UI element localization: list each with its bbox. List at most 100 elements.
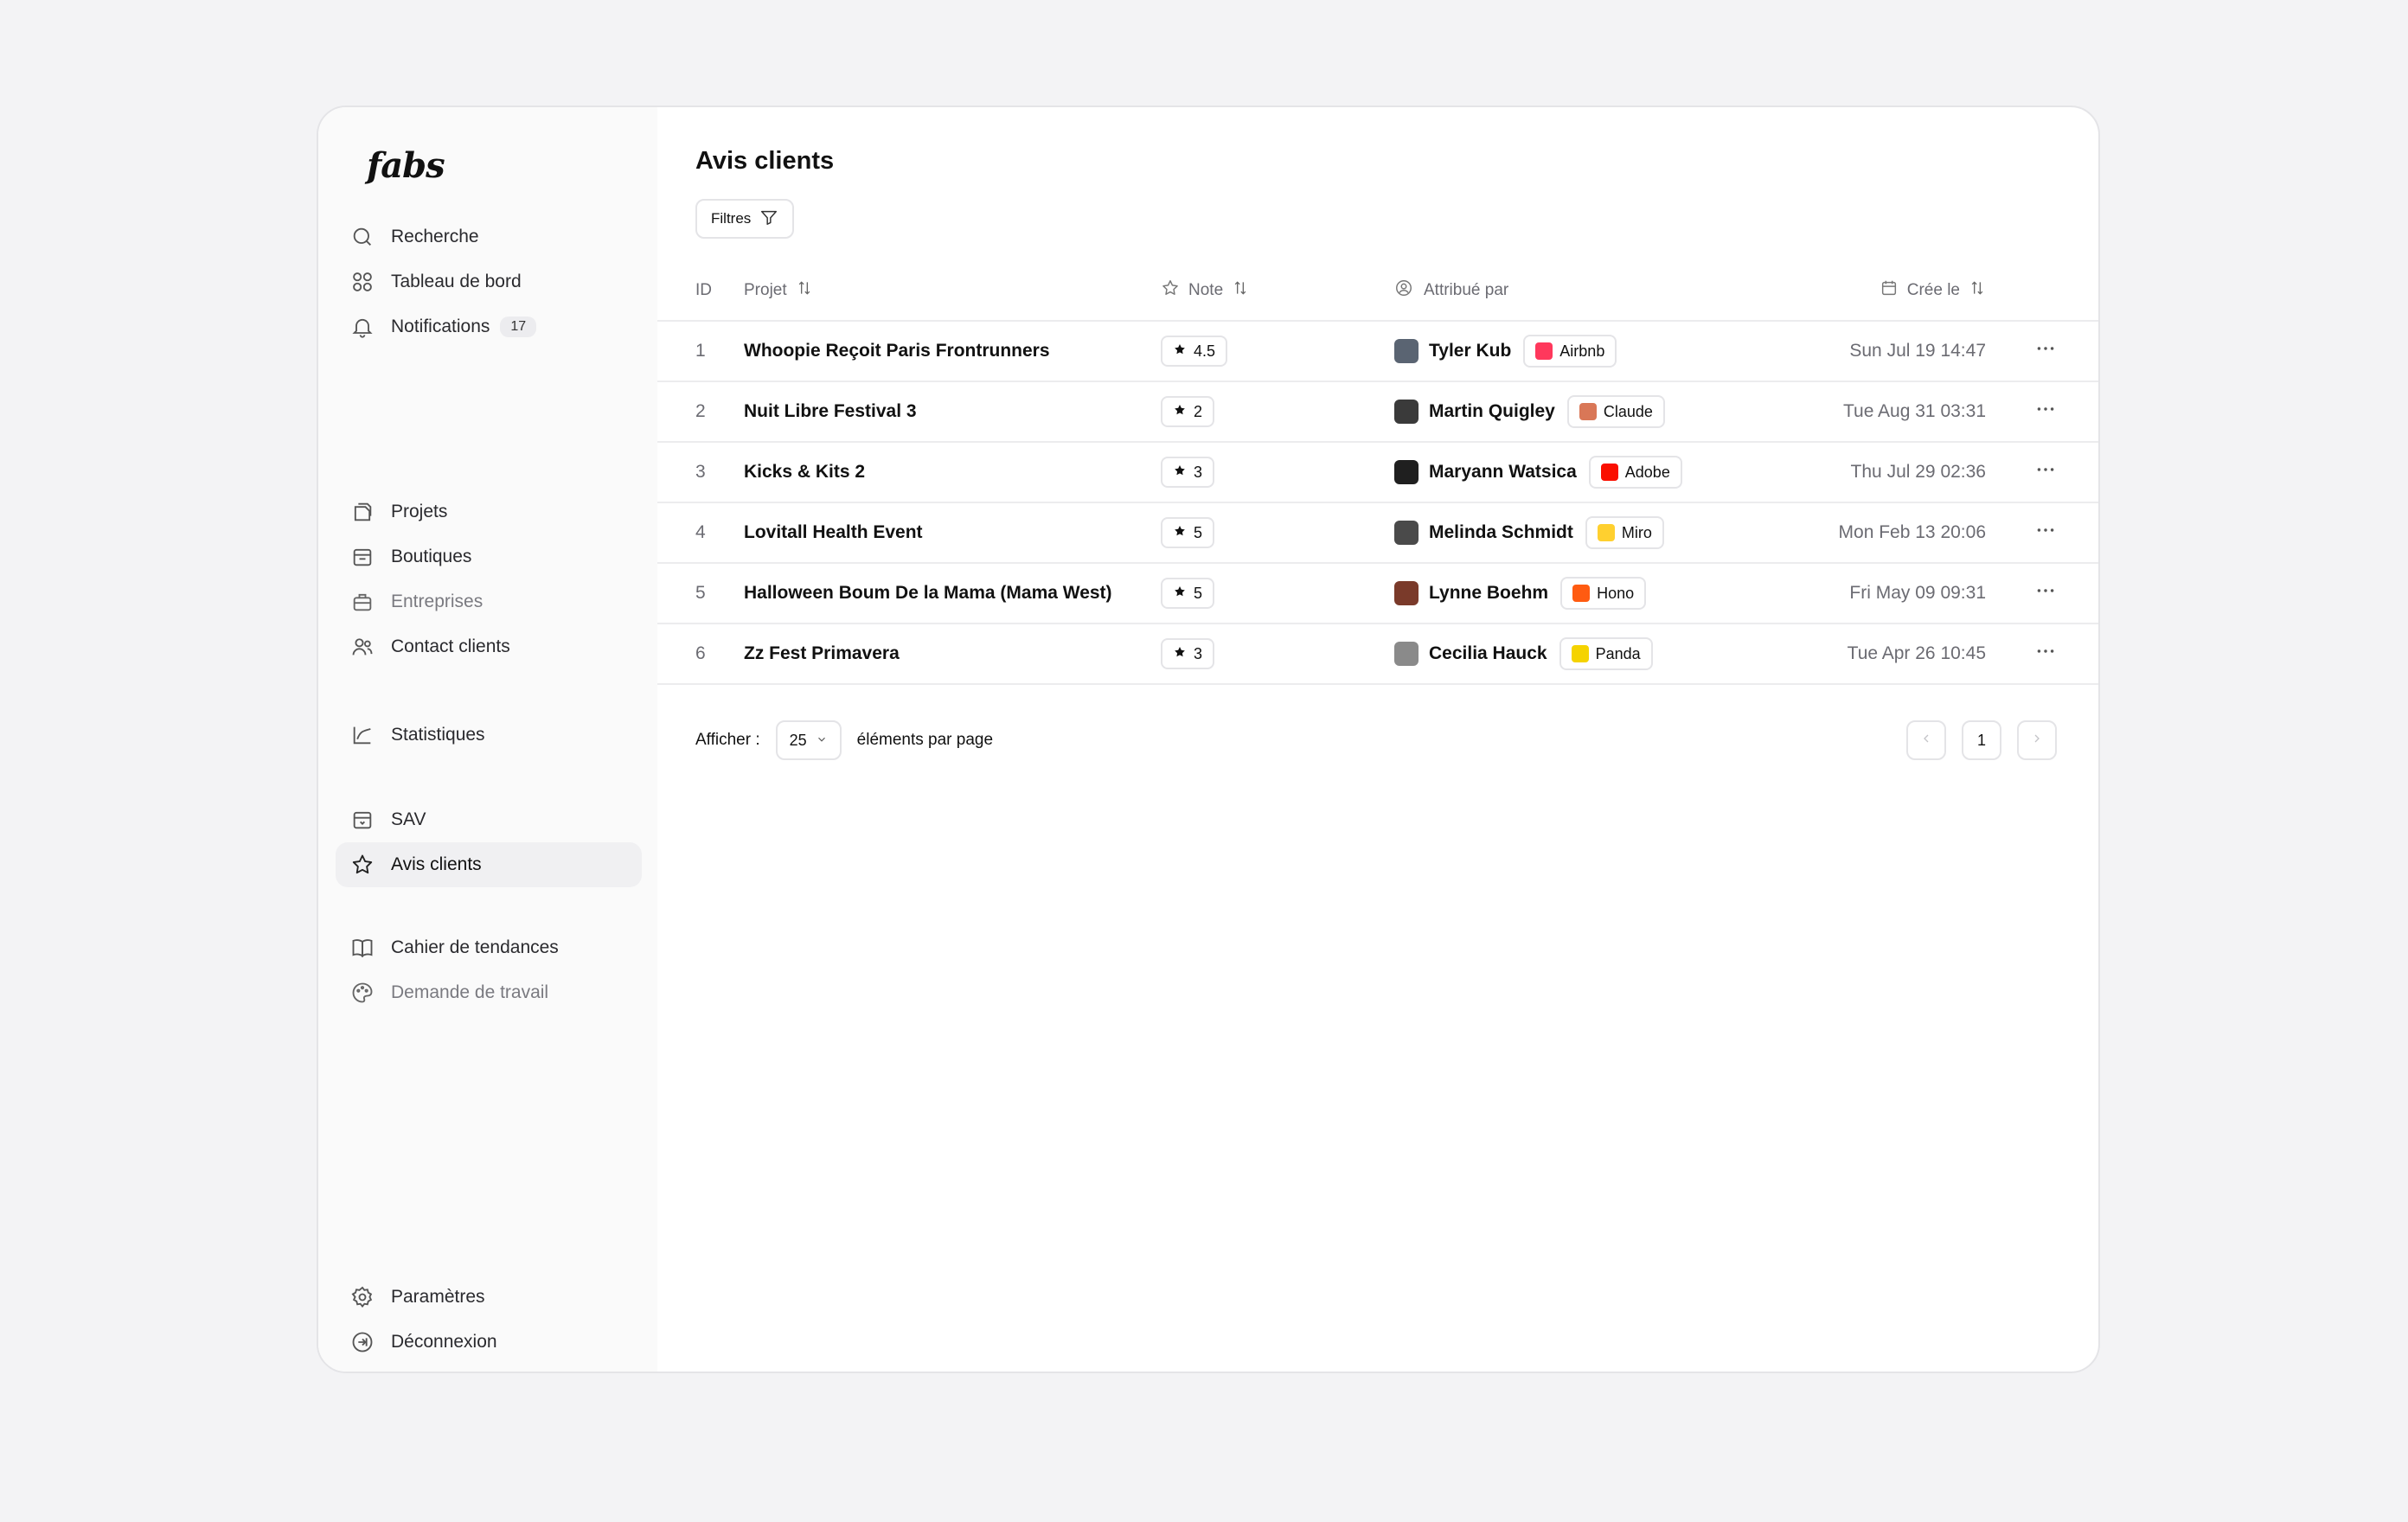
person-name[interactable]: Martin Quigley	[1429, 401, 1555, 422]
sort-icon[interactable]	[796, 279, 813, 302]
row-project[interactable]: Kicks & Kits 2	[744, 462, 865, 483]
more-options-icon[interactable]	[2034, 640, 2057, 668]
chart-line-icon	[349, 722, 375, 748]
company-logo-icon	[1572, 585, 1591, 602]
table-row[interactable]: 2 Nuit Libre Festival 3 2 Martin Quigley…	[657, 382, 2098, 443]
row-project[interactable]: Whoopie Reçoit Paris Frontrunners	[744, 341, 1050, 361]
more-options-icon[interactable]	[2034, 519, 2057, 547]
row-project[interactable]: Lovitall Health Event	[744, 522, 923, 543]
column-header-note[interactable]: Note	[1161, 278, 1249, 303]
nav-group-support: SAV Avis clients	[336, 797, 642, 887]
next-page-button[interactable]	[2017, 720, 2057, 760]
sidebar-item-contact-clients[interactable]: Contact clients	[336, 624, 642, 669]
sidebar-item-deconnexion[interactable]: Déconnexion	[336, 1320, 642, 1365]
column-header-label: Attribué par	[1424, 281, 1509, 299]
filters-label: Filtres	[711, 210, 752, 227]
column-header-label: Note	[1188, 281, 1224, 299]
column-header-created[interactable]: Crée le	[1880, 278, 1986, 303]
column-header-assigned: Attribué par	[1394, 278, 1508, 303]
previous-page-button[interactable]	[1906, 720, 1946, 760]
row-created-date: Tue Aug 31 03:31	[1842, 401, 1986, 421]
rating-value: 4.5	[1194, 342, 1216, 360]
row-id: 3	[695, 462, 706, 482]
page-title: Avis clients	[695, 147, 835, 175]
per-page-select[interactable]: 25	[775, 720, 842, 760]
more-options-icon[interactable]	[2034, 579, 2057, 607]
row-note: 2	[1161, 396, 1215, 427]
column-header-project[interactable]: Projet	[744, 279, 813, 302]
sidebar-item-label: Contact clients	[391, 636, 510, 656]
sidebar-item-sav[interactable]: SAV	[336, 797, 642, 842]
per-page-value: 25	[789, 731, 807, 749]
row-project[interactable]: Zz Fest Primavera	[744, 643, 900, 664]
company-logo-icon	[1571, 645, 1589, 662]
user-circle-icon	[1394, 278, 1413, 303]
star-filled-icon	[1173, 585, 1187, 603]
sidebar-item-label: Tableau de bord	[391, 272, 522, 291]
company-pill[interactable]: Miro	[1585, 516, 1664, 549]
person-name[interactable]: Cecilia Hauck	[1429, 643, 1547, 664]
row-project[interactable]: Halloween Boum De la Mama (Mama West)	[744, 583, 1112, 604]
table-row[interactable]: 3 Kicks & Kits 2 3 Maryann Watsica Adobe…	[657, 443, 2098, 503]
sidebar-item-avis-clients[interactable]: Avis clients	[336, 842, 642, 887]
chevron-right-icon	[2030, 732, 2044, 750]
rating-pill: 3	[1161, 638, 1215, 669]
rating-pill: 5	[1161, 517, 1215, 548]
sidebar-item-label: Paramètres	[391, 1287, 485, 1307]
company-name: Adobe	[1624, 463, 1670, 481]
table-row[interactable]: 5 Halloween Boum De la Mama (Mama West) …	[657, 564, 2098, 624]
company-pill[interactable]: Claude	[1566, 395, 1665, 428]
rating-pill: 5	[1161, 578, 1215, 609]
reviews-table: ID Projet Note Attribué par Crée le 1 Wh…	[657, 261, 2098, 685]
company-pill[interactable]: Airbnb	[1523, 335, 1617, 368]
notification-count-badge: 17	[500, 317, 537, 337]
company-name: Airbnb	[1559, 342, 1605, 360]
sidebar-item-entreprises[interactable]: Entreprises	[336, 579, 642, 624]
row-created-date: Tue Apr 26 10:45	[1847, 643, 1986, 663]
sort-icon[interactable]	[1969, 279, 1986, 302]
row-assigned: Lynne Boehm Hono	[1394, 577, 1647, 610]
more-options-icon[interactable]	[2034, 337, 2057, 365]
bell-icon	[349, 314, 375, 340]
company-pill[interactable]: Panda	[1559, 637, 1653, 670]
row-note: 5	[1161, 578, 1215, 609]
more-options-icon[interactable]	[2034, 398, 2057, 425]
sidebar-item-notifications[interactable]: Notifications 17	[336, 304, 642, 349]
row-id: 5	[695, 583, 706, 603]
rating-value: 5	[1194, 523, 1203, 541]
sidebar-item-recherche[interactable]: Recherche	[336, 214, 642, 259]
chevron-left-icon	[1919, 732, 1933, 750]
person-name[interactable]: Tyler Kub	[1429, 341, 1511, 361]
sidebar-item-demande-de-travail[interactable]: Demande de travail	[336, 970, 642, 1015]
sidebar-item-parametres[interactable]: Paramètres	[336, 1275, 642, 1320]
page-number-button[interactable]: 1	[1962, 720, 2001, 760]
calendar-icon	[1880, 278, 1899, 303]
sidebar-item-cahier-de-tendances[interactable]: Cahier de tendances	[336, 925, 642, 970]
more-options-icon[interactable]	[2034, 458, 2057, 486]
company-pill[interactable]: Adobe	[1588, 456, 1682, 489]
sidebar-item-projets[interactable]: Projets	[336, 489, 642, 534]
sort-icon[interactable]	[1232, 279, 1249, 302]
company-pill[interactable]: Hono	[1560, 577, 1647, 610]
row-created-date: Sun Jul 19 14:47	[1849, 341, 1986, 361]
sidebar: fabs Recherche Tableau de bord Notificat…	[318, 107, 657, 1372]
row-project[interactable]: Nuit Libre Festival 3	[744, 401, 917, 422]
sidebar-item-label: Statistiques	[391, 725, 485, 745]
table-row[interactable]: 1 Whoopie Reçoit Paris Frontrunners 4.5 …	[657, 322, 2098, 382]
table-header: ID Projet Note Attribué par Crée le	[657, 261, 2098, 322]
sidebar-item-label: SAV	[391, 809, 426, 829]
person-name[interactable]: Lynne Boehm	[1429, 583, 1548, 604]
sidebar-item-boutiques[interactable]: Boutiques	[336, 534, 642, 579]
sidebar-item-label: Boutiques	[391, 547, 472, 566]
sidebar-item-label: Notifications	[391, 317, 490, 336]
filters-button[interactable]: Filtres	[695, 199, 795, 239]
person-name[interactable]: Maryann Watsica	[1429, 462, 1577, 483]
sidebar-item-statistiques[interactable]: Statistiques	[336, 713, 642, 758]
palette-icon	[349, 980, 375, 1006]
sidebar-item-tableau-de-bord[interactable]: Tableau de bord	[336, 259, 642, 304]
store-icon	[349, 544, 375, 570]
table-row[interactable]: 4 Lovitall Health Event 5 Melinda Schmid…	[657, 503, 2098, 564]
dashboard-icon	[349, 269, 375, 295]
table-row[interactable]: 6 Zz Fest Primavera 3 Cecilia Hauck Pand…	[657, 624, 2098, 685]
person-name[interactable]: Melinda Schmidt	[1429, 522, 1573, 543]
